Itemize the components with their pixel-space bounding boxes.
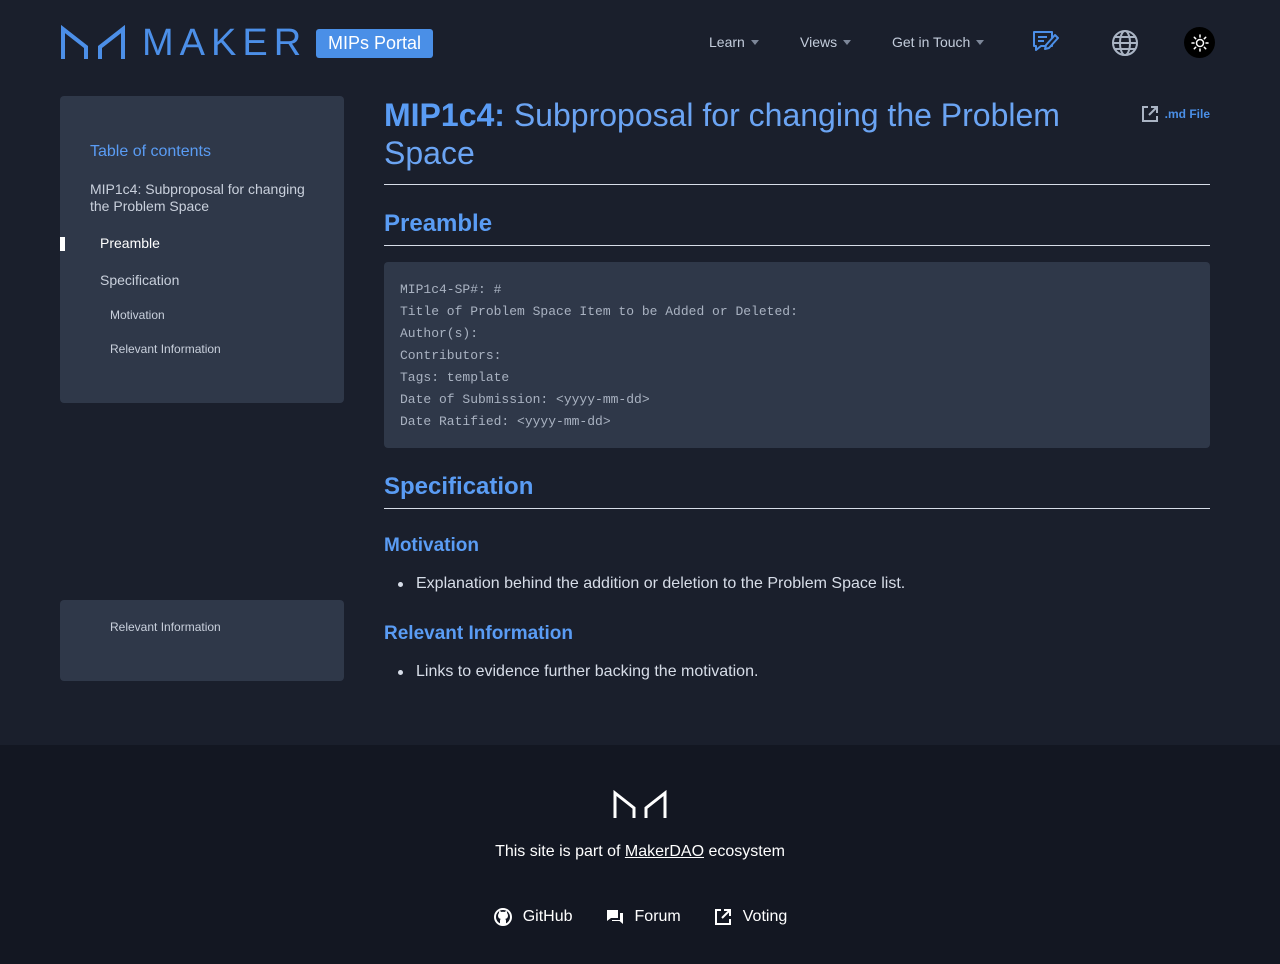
footer-text-after: ecosystem bbox=[704, 843, 785, 860]
toc-doc-link[interactable]: MIP1c4: Subproposal for changing the Pro… bbox=[90, 181, 320, 215]
code-line: Author(s): bbox=[400, 326, 479, 341]
toc-active-indicator bbox=[60, 237, 65, 251]
toc-item-motivation[interactable]: Motivation bbox=[110, 308, 165, 322]
nav-get-in-touch[interactable]: Get in Touch bbox=[892, 34, 985, 50]
title-divider bbox=[384, 184, 1210, 185]
md-file-link[interactable]: .md File bbox=[1141, 105, 1210, 123]
code-line: Contributors: bbox=[400, 348, 502, 363]
code-line: Date of Submission: <yyyy-mm-dd> bbox=[400, 392, 650, 407]
github-label: GitHub bbox=[522, 908, 573, 925]
footer-logo bbox=[612, 789, 668, 825]
chevron-down-icon bbox=[750, 39, 759, 45]
logo-wordmark: MAKER bbox=[142, 22, 308, 64]
toc-item-preamble[interactable]: Preamble bbox=[100, 235, 160, 251]
github-icon bbox=[493, 908, 512, 926]
heading-specification: Specification bbox=[384, 473, 534, 500]
sun-icon bbox=[1190, 33, 1209, 52]
code-line: MIP1c4-SP#: # bbox=[400, 282, 502, 297]
forum-edit-button[interactable] bbox=[1030, 28, 1060, 56]
code-line: Title of Problem Space Item to be Added … bbox=[400, 304, 798, 319]
preamble-code-block: MIP1c4-SP#: # Title of Problem Space Ite… bbox=[384, 262, 1210, 448]
toc-item-specification[interactable]: Specification bbox=[100, 272, 179, 288]
list-item: Explanation behind the addition or delet… bbox=[398, 575, 905, 593]
footer-ecosystem-text: This site is part of MakerDAO ecosystem bbox=[0, 843, 1280, 861]
heading-relevant-information: Relevant Information bbox=[384, 623, 573, 644]
voting-link[interactable]: Voting bbox=[713, 907, 787, 927]
toc-item-relevant-information[interactable]: Relevant Information bbox=[110, 342, 221, 356]
globe-icon bbox=[1112, 30, 1138, 56]
heading-preamble: Preamble bbox=[384, 210, 493, 237]
mip-id: MIP1c4: bbox=[384, 97, 505, 133]
chevron-down-icon bbox=[976, 39, 985, 45]
chevron-down-icon bbox=[843, 39, 852, 45]
footer-text-before: This site is part of bbox=[495, 843, 625, 860]
github-link[interactable]: GitHub bbox=[493, 907, 573, 927]
makerdao-link[interactable]: MakerDAO bbox=[625, 843, 704, 860]
site-footer: This site is part of MakerDAO ecosystem … bbox=[0, 745, 1280, 964]
md-file-label: .md File bbox=[1164, 107, 1210, 121]
nav-views-label: Views bbox=[800, 34, 838, 50]
preamble-divider bbox=[384, 245, 1210, 246]
code-line: Tags: template bbox=[400, 370, 510, 385]
toc-title: Table of contents bbox=[90, 143, 211, 160]
forum-edit-icon bbox=[1033, 31, 1059, 51]
list-item: Links to evidence further backing the mo… bbox=[398, 663, 758, 681]
site-header: MAKER MIPs Portal Learn Views Get in Tou… bbox=[0, 0, 1280, 86]
voting-label: Voting bbox=[742, 908, 788, 925]
footer-links: GitHub Forum Voting bbox=[0, 907, 1280, 927]
heading-motivation: Motivation bbox=[384, 535, 479, 556]
forum-link[interactable]: Forum bbox=[605, 907, 681, 927]
table-of-contents: Table of contents MIP1c4: Subproposal fo… bbox=[60, 96, 344, 403]
theme-toggle-button[interactable] bbox=[1184, 27, 1215, 58]
maker-logo[interactable]: MAKER bbox=[60, 23, 307, 63]
forum-icon bbox=[606, 910, 623, 924]
maker-logo-icon bbox=[61, 25, 125, 59]
language-button[interactable] bbox=[1110, 28, 1140, 58]
motivation-text: Explanation behind the addition or delet… bbox=[416, 575, 906, 592]
bullet-dot bbox=[398, 669, 403, 675]
specification-divider bbox=[384, 508, 1210, 509]
toc-item-relevant-information[interactable]: Relevant Information bbox=[110, 620, 221, 634]
portal-badge[interactable]: MIPs Portal bbox=[316, 29, 434, 58]
page-title: MIP1c4: Subproposal for changing the Pro… bbox=[384, 96, 1084, 172]
code-line: Date Ratified: <yyyy-mm-dd> bbox=[400, 414, 611, 429]
nav-views[interactable]: Views bbox=[800, 34, 852, 50]
maker-logo-icon bbox=[613, 789, 667, 818]
nav-learn[interactable]: Learn bbox=[709, 34, 759, 50]
relevant-information-text: Links to evidence further backing the mo… bbox=[416, 663, 759, 680]
nav-get-in-touch-label: Get in Touch bbox=[892, 34, 971, 50]
forum-label: Forum bbox=[634, 908, 681, 925]
external-link-icon bbox=[714, 909, 731, 925]
nav-learn-label: Learn bbox=[709, 34, 745, 50]
bullet-dot bbox=[398, 581, 403, 587]
external-link-icon bbox=[1141, 106, 1158, 122]
sticky-toc-panel: Relevant Information bbox=[60, 600, 344, 681]
